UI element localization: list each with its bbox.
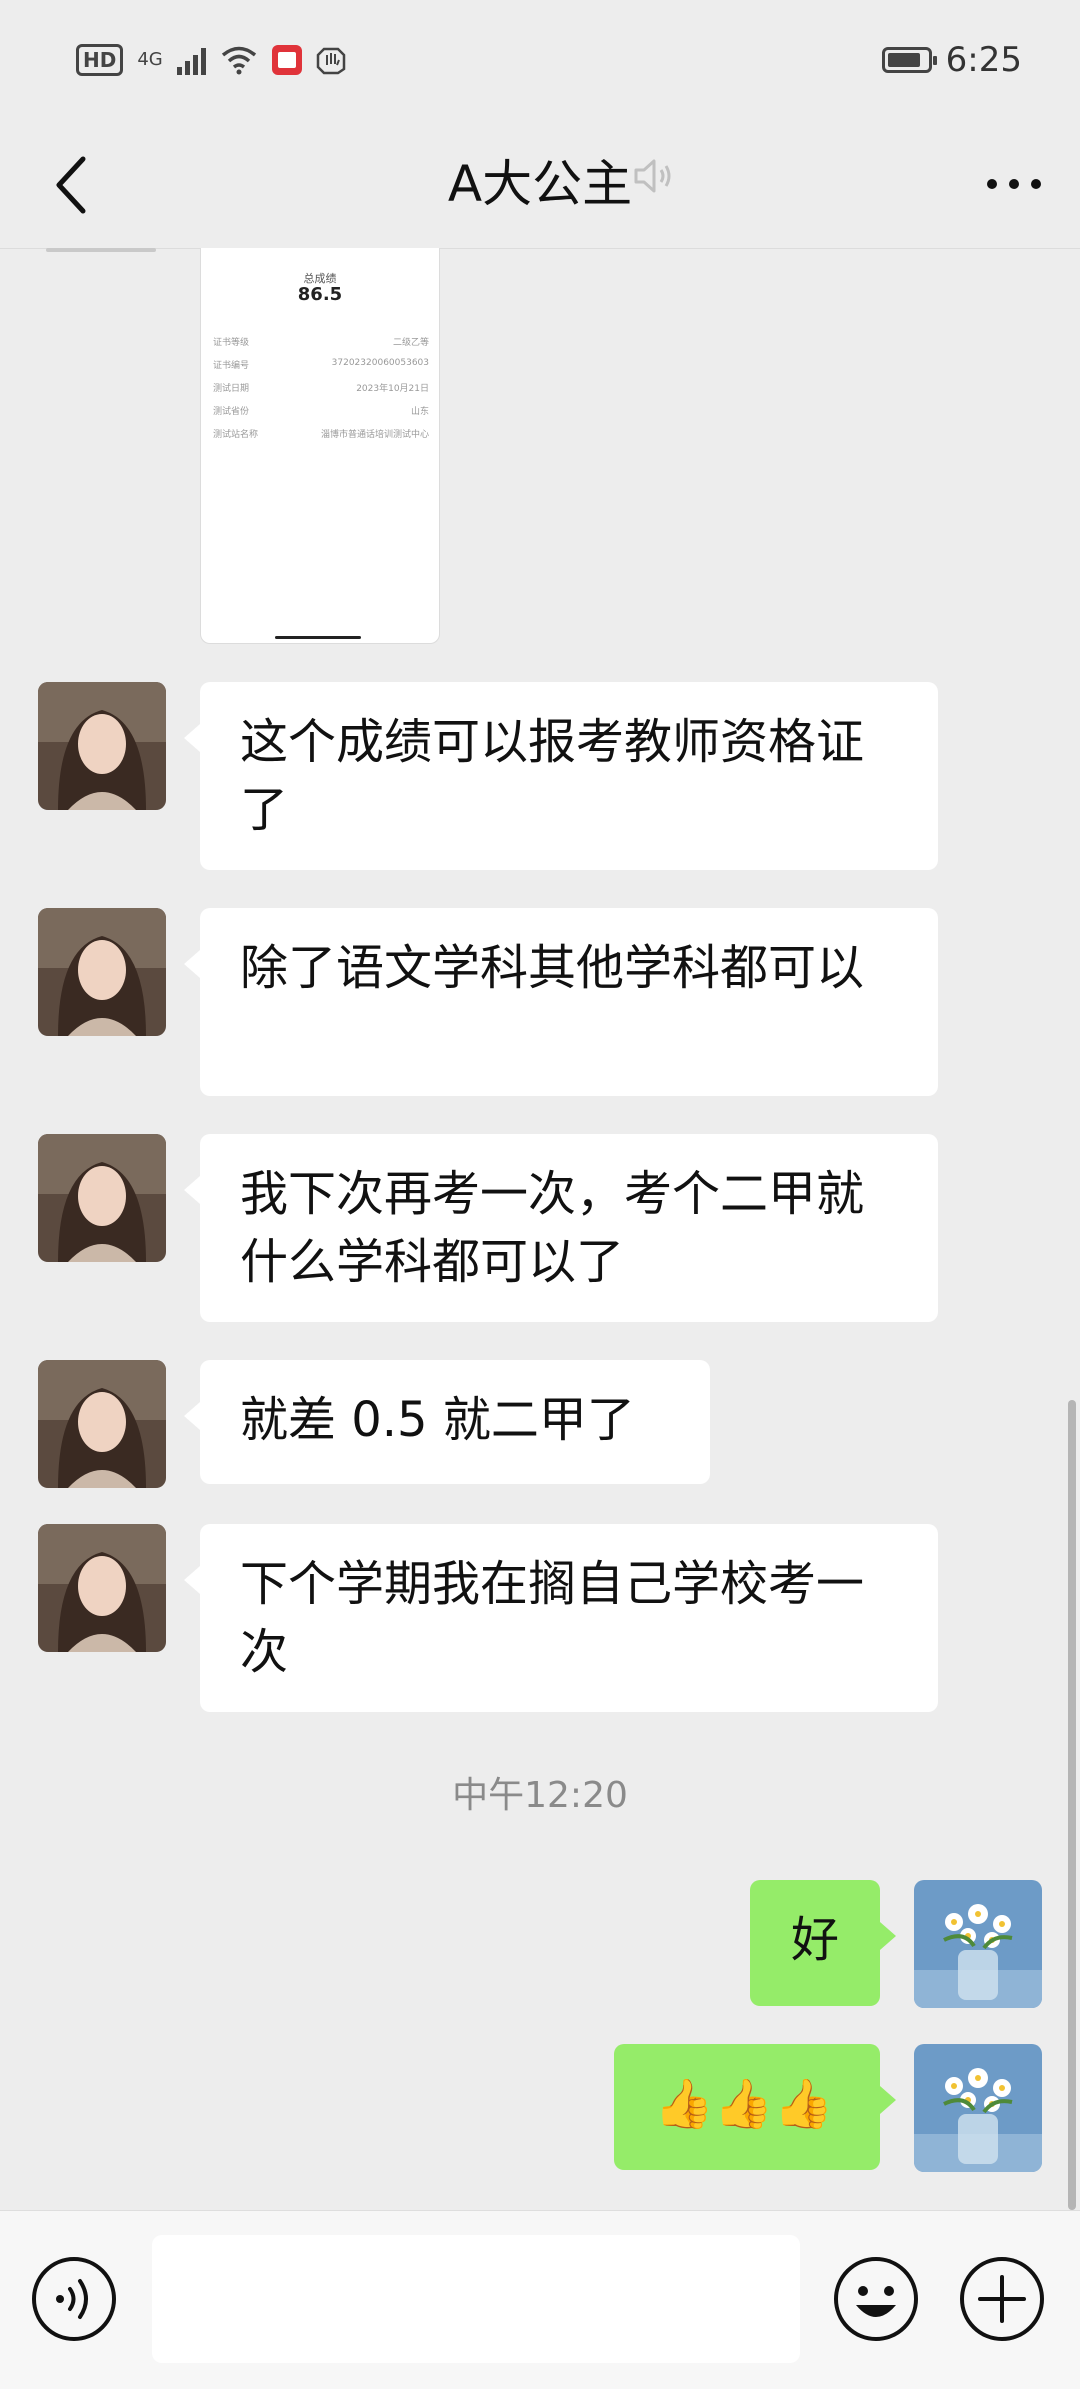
battery-icon	[881, 47, 937, 73]
signal-icon	[176, 45, 206, 75]
card-row: 证书编号 37202320060053603	[213, 358, 429, 371]
input-bar	[0, 2210, 1080, 2389]
scrollbar[interactable]	[1068, 1400, 1076, 2210]
more-icon	[987, 179, 1041, 189]
status-icons-left: HD 4G	[76, 44, 346, 76]
message-bubble[interactable]: 这个成绩可以报考教师资格证了	[184, 682, 938, 870]
contact-avatar[interactable]	[38, 1360, 166, 1488]
my-avatar-image	[914, 2044, 1042, 2172]
emoji-button[interactable]	[832, 2255, 920, 2343]
contact-avatar-image	[38, 1134, 166, 1262]
contact-avatar[interactable]	[38, 1134, 166, 1262]
message-timestamp: 中午12:20	[452, 1775, 628, 1816]
hd-badge: HD	[76, 44, 124, 76]
contact-avatar[interactable]	[38, 682, 166, 810]
wifi-icon	[221, 46, 256, 75]
contact-avatar-image	[38, 1524, 166, 1652]
home-indicator-bar	[275, 636, 361, 639]
contact-avatar[interactable]	[38, 1524, 166, 1652]
message-bubble[interactable]: 我下次再考一次，考个二甲就什么学科都可以了	[184, 1134, 938, 1322]
contact-avatar-image	[38, 908, 166, 1036]
status-bar: HD 4G 6:25	[0, 0, 1080, 130]
message-bubble[interactable]: 除了语文学科其他学科都可以	[184, 908, 938, 1096]
status-icons-right: 6:25	[881, 40, 1022, 80]
status-time: 6:25	[945, 40, 1022, 80]
emoji-icon	[834, 2257, 918, 2341]
hand-icon	[316, 47, 345, 75]
my-avatar[interactable]	[914, 1880, 1042, 2008]
card-row: 测试站名称 淄博市普通话培训测试中心	[213, 430, 429, 440]
score-certificate-image[interactable]: 总成绩 86.5 证书等级 二级乙等 证书编号 37202320060053603 …	[200, 248, 440, 644]
more-button[interactable]	[974, 154, 1054, 214]
message-bubble[interactable]: 好	[750, 1880, 896, 2006]
message-bubble[interactable]: 👍👍👍	[614, 2044, 896, 2170]
my-avatar-image	[914, 1880, 1042, 2008]
book-app-icon	[271, 45, 302, 75]
contact-avatar[interactable]	[38, 908, 166, 1036]
voice-button[interactable]	[30, 2255, 118, 2343]
message-input[interactable]	[152, 2235, 800, 2363]
plus-icon	[960, 2257, 1044, 2341]
voice-icon	[32, 2257, 116, 2341]
chat-header: A大公主	[0, 130, 1080, 249]
message-bubble[interactable]: 下个学期我在搁自己学校考一次	[184, 1524, 938, 1712]
contact-avatar-image	[38, 682, 166, 810]
card-row: 测试省份 山东	[213, 407, 429, 417]
my-avatar[interactable]	[914, 2044, 1042, 2172]
score-value: 86.5	[297, 284, 343, 305]
card-row: 测试日期 2023年10月21日	[213, 384, 429, 394]
previous-avatar-edge	[46, 248, 156, 252]
plus-button[interactable]	[958, 2255, 1046, 2343]
message-list[interactable]: 总成绩 86.5 证书等级 二级乙等 证书编号 37202320060053603 …	[0, 248, 1080, 2210]
chat-title: A大公主	[447, 155, 633, 213]
network-type: 4G	[137, 49, 163, 70]
contact-avatar-image	[38, 1360, 166, 1488]
message-bubble[interactable]: 就差 0.5 就二甲了	[184, 1360, 710, 1484]
card-row: 证书等级 二级乙等	[213, 338, 429, 348]
mute-icon	[634, 159, 671, 193]
